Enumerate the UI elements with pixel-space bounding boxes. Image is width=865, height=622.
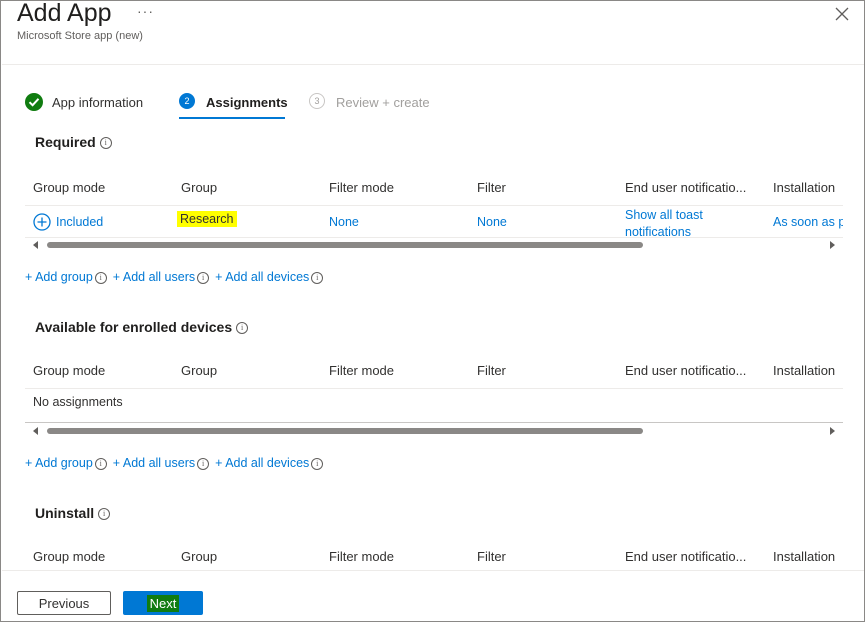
empty-assignments-text: No assignments: [33, 395, 123, 409]
close-icon[interactable]: [833, 5, 851, 23]
active-tab-indicator: [179, 117, 285, 119]
add-group-link[interactable]: + Add group: [25, 270, 93, 284]
column-header-installation: Installation: [773, 180, 836, 195]
group-research-link[interactable]: Research: [177, 211, 237, 227]
notifications-link-line1[interactable]: Show all toast: [625, 208, 703, 222]
column-header-filter-mode: Filter mode: [329, 363, 395, 378]
header-row-divider: [25, 205, 843, 206]
available-add-links: + Add group i + Add all users i + Add all de…: [25, 456, 329, 470]
column-header-group: Group: [181, 180, 218, 195]
info-icon[interactable]: i: [311, 271, 324, 284]
column-header-end-user-notifications: End user notificatio...: [625, 180, 747, 195]
scrollbar-thumb[interactable]: [47, 242, 643, 248]
info-icon[interactable]: i: [197, 457, 210, 470]
add-all-devices-link[interactable]: + Add all devices: [215, 456, 309, 470]
column-header-group-mode: Group mode: [33, 180, 106, 195]
add-group-link[interactable]: + Add group: [25, 456, 93, 470]
section-title-required: Required i: [35, 134, 112, 150]
info-icon[interactable]: i: [99, 137, 112, 150]
next-button-label: Next: [146, 594, 180, 612]
scroll-right-icon[interactable]: [830, 427, 835, 435]
check-circle-icon: [25, 93, 43, 111]
section-title-text: Required: [35, 134, 96, 150]
column-header-filter: Filter: [477, 549, 506, 564]
info-icon[interactable]: i: [98, 508, 111, 521]
more-options-button[interactable]: ···: [137, 3, 154, 19]
add-all-users-link[interactable]: + Add all users: [113, 456, 195, 470]
group-cell: Research: [177, 211, 237, 227]
row-divider: [25, 422, 843, 423]
section-title-text: Available for enrolled devices: [35, 319, 233, 335]
column-header-filter-mode: Filter mode: [329, 549, 395, 564]
column-header-filter-mode: Filter mode: [329, 180, 395, 195]
column-header-end-user-notifications: End user notificatio...: [625, 549, 747, 564]
column-header-end-user-notifications: End user notificatio...: [625, 363, 747, 378]
info-icon[interactable]: i: [94, 271, 107, 284]
add-app-blade: Add App ··· Microsoft Store app (new) Ap…: [0, 0, 865, 622]
step-label: Assignments: [206, 95, 288, 110]
add-circle-icon: [33, 213, 51, 231]
step-label: Review + create: [336, 95, 430, 110]
filter-mode-link[interactable]: None: [329, 215, 359, 229]
horizontal-scrollbar[interactable]: [31, 239, 837, 251]
required-add-links: + Add group i + Add all users i + Add all de…: [25, 270, 329, 284]
column-header-installation: Installation: [773, 549, 836, 564]
column-header-group-mode: Group mode: [33, 363, 106, 378]
footer-bar: Previous Next: [2, 570, 864, 621]
section-title-text: Uninstall: [35, 505, 95, 521]
group-mode-included-link[interactable]: Included: [56, 215, 103, 229]
add-all-devices-link[interactable]: + Add all devices: [215, 270, 309, 284]
scroll-right-icon[interactable]: [830, 241, 835, 249]
column-header-filter: Filter: [477, 180, 506, 195]
step-label: App information: [52, 95, 144, 110]
info-icon[interactable]: i: [311, 457, 324, 470]
header-row-divider: [25, 388, 843, 389]
filter-link[interactable]: None: [477, 215, 507, 229]
info-icon[interactable]: i: [94, 457, 107, 470]
header-divider: [2, 64, 864, 65]
page-title: Add App: [17, 0, 112, 27]
column-header-group: Group: [181, 363, 218, 378]
next-button[interactable]: Next: [123, 591, 203, 615]
page-subtitle: Microsoft Store app (new): [17, 30, 143, 42]
info-icon[interactable]: i: [236, 322, 249, 335]
scroll-left-icon[interactable]: [33, 241, 38, 249]
previous-button[interactable]: Previous: [17, 591, 111, 615]
section-title-uninstall: Uninstall i: [35, 505, 111, 521]
step-number-badge: 2: [179, 93, 195, 109]
column-header-group-mode: Group mode: [33, 549, 106, 564]
row-divider: [25, 237, 843, 238]
add-all-users-link[interactable]: + Add all users: [113, 270, 195, 284]
column-header-filter: Filter: [477, 363, 506, 378]
scrollbar-thumb[interactable]: [47, 428, 643, 434]
installation-link[interactable]: As soon as p: [773, 215, 843, 229]
info-icon[interactable]: i: [197, 271, 210, 284]
column-header-installation: Installation: [773, 363, 836, 378]
step-number-badge: 3: [309, 93, 325, 109]
scroll-left-icon[interactable]: [33, 427, 38, 435]
section-title-available: Available for enrolled devices i: [35, 319, 249, 335]
horizontal-scrollbar[interactable]: [31, 425, 837, 437]
column-header-group: Group: [181, 549, 218, 564]
